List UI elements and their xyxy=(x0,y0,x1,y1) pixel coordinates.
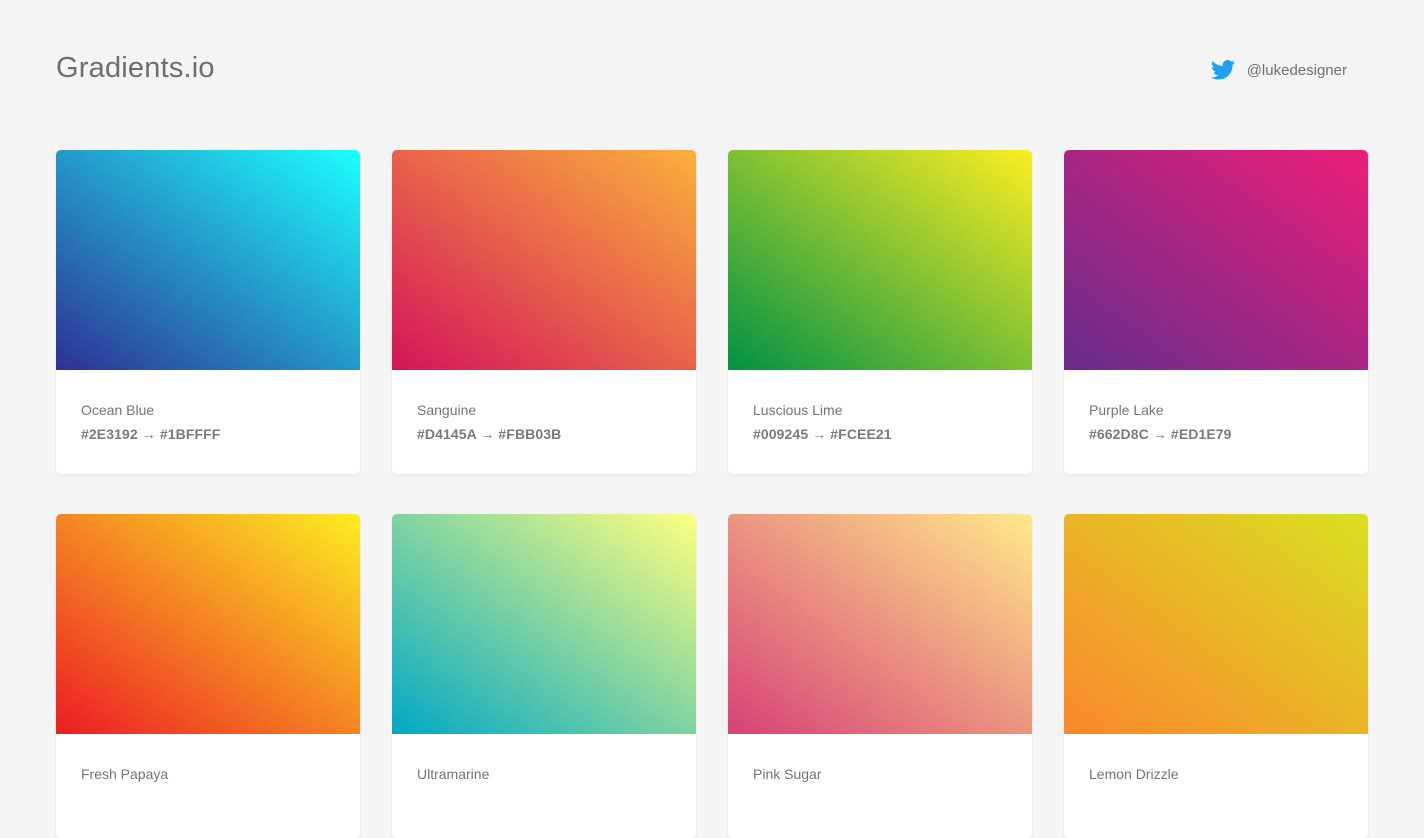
gradient-name: Pink Sugar xyxy=(753,766,822,782)
gradient-swatch[interactable] xyxy=(56,514,360,734)
gradient-name: Ocean Blue xyxy=(81,402,155,418)
gradient-swatch[interactable] xyxy=(392,150,696,370)
gradient-swatch[interactable] xyxy=(1064,514,1368,734)
gradient-codes[interactable]: #009245 → #FCEE21 xyxy=(753,426,1007,442)
gradient-swatch[interactable] xyxy=(56,150,360,370)
card-info: Purple Lake #662D8C → #ED1E79 xyxy=(1064,370,1368,442)
card-info: Luscious Lime #009245 → #FCEE21 xyxy=(728,370,1032,442)
site-title[interactable]: Gradients.io xyxy=(56,52,215,85)
gradient-codes[interactable]: #662D8C → #ED1E79 xyxy=(1089,426,1343,442)
gradient-card-lemon-drizzle[interactable]: Lemon Drizzle xyxy=(1064,514,1368,838)
gradient-name: Purple Lake xyxy=(1089,402,1164,418)
gradient-codes[interactable]: #D4145A → #FBB03B xyxy=(417,426,671,442)
twitter-link[interactable]: @lukedesigner xyxy=(1210,60,1347,80)
card-info: Fresh Papaya xyxy=(56,734,360,782)
gradient-swatch[interactable] xyxy=(728,150,1032,370)
twitter-bird-icon xyxy=(1210,60,1235,80)
gradient-card-fresh-papaya[interactable]: Fresh Papaya xyxy=(56,514,360,838)
gradient-name: Sanguine xyxy=(417,402,477,418)
gradient-card-purple-lake[interactable]: Purple Lake #662D8C → #ED1E79 xyxy=(1064,150,1368,474)
header: Gradients.io @lukedesigner xyxy=(56,52,1347,88)
card-info: Sanguine #D4145A → #FBB03B xyxy=(392,370,696,442)
gradient-name: Ultramarine xyxy=(417,766,490,782)
twitter-handle: @lukedesigner xyxy=(1246,61,1347,79)
gradient-card-luscious-lime[interactable]: Luscious Lime #009245 → #FCEE21 xyxy=(728,150,1032,474)
gradient-card-pink-sugar[interactable]: Pink Sugar xyxy=(728,514,1032,838)
gradient-name: Fresh Papaya xyxy=(81,766,169,782)
card-info: Pink Sugar xyxy=(728,734,1032,782)
card-info: Ocean Blue #2E3192 → #1BFFFF xyxy=(56,370,360,442)
gradient-swatch[interactable] xyxy=(728,514,1032,734)
gradient-codes[interactable]: #2E3192 → #1BFFFF xyxy=(81,426,335,442)
card-info: Ultramarine xyxy=(392,734,696,782)
gradient-name: Luscious Lime xyxy=(753,402,843,418)
gradient-card-ultramarine[interactable]: Ultramarine xyxy=(392,514,696,838)
gradient-swatch[interactable] xyxy=(392,514,696,734)
gradient-grid: Ocean Blue #2E3192 → #1BFFFF Sanguine #D… xyxy=(56,150,1368,838)
gradient-card-ocean-blue[interactable]: Ocean Blue #2E3192 → #1BFFFF xyxy=(56,150,360,474)
card-info: Lemon Drizzle xyxy=(1064,734,1368,782)
gradient-card-sanguine[interactable]: Sanguine #D4145A → #FBB03B xyxy=(392,150,696,474)
gradient-name: Lemon Drizzle xyxy=(1089,766,1179,782)
gradient-swatch[interactable] xyxy=(1064,150,1368,370)
